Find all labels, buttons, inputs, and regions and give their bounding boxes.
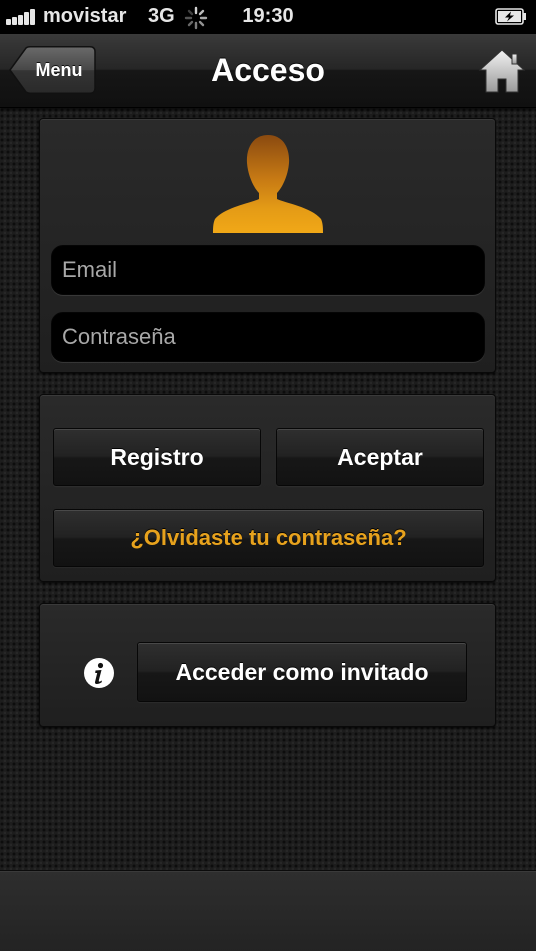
guest-access-button[interactable]: Acceder como invitado — [137, 642, 467, 702]
menu-back-button[interactable]: Menu — [8, 46, 96, 94]
forgot-password-button[interactable]: ¿Olvidaste tu contraseña? — [53, 509, 484, 567]
user-silhouette-icon — [213, 135, 323, 233]
guest-panel: Acceder como invitado — [39, 603, 496, 727]
info-icon[interactable] — [83, 657, 115, 689]
menu-button-label: Menu — [35, 60, 83, 80]
navigation-bar: Menu Acceso — [0, 34, 536, 108]
actions-panel: Registro Aceptar ¿Olvidaste tu contraseñ… — [39, 394, 496, 582]
page-title: Acceso — [211, 52, 325, 88]
accept-button[interactable]: Aceptar — [276, 428, 484, 486]
password-field[interactable] — [51, 312, 485, 362]
app-screen: movistar 3G 19:30 Menu Acceso Email Regi… — [0, 0, 536, 951]
status-bar: movistar 3G 19:30 — [0, 0, 536, 34]
bottom-toolbar — [0, 870, 536, 951]
login-panel — [39, 118, 496, 373]
status-time: 19:30 — [242, 5, 294, 27]
home-icon[interactable] — [478, 47, 526, 95]
register-button[interactable]: Registro — [53, 428, 261, 486]
email-field[interactable] — [51, 245, 485, 295]
battery-charging-icon — [495, 8, 526, 25]
